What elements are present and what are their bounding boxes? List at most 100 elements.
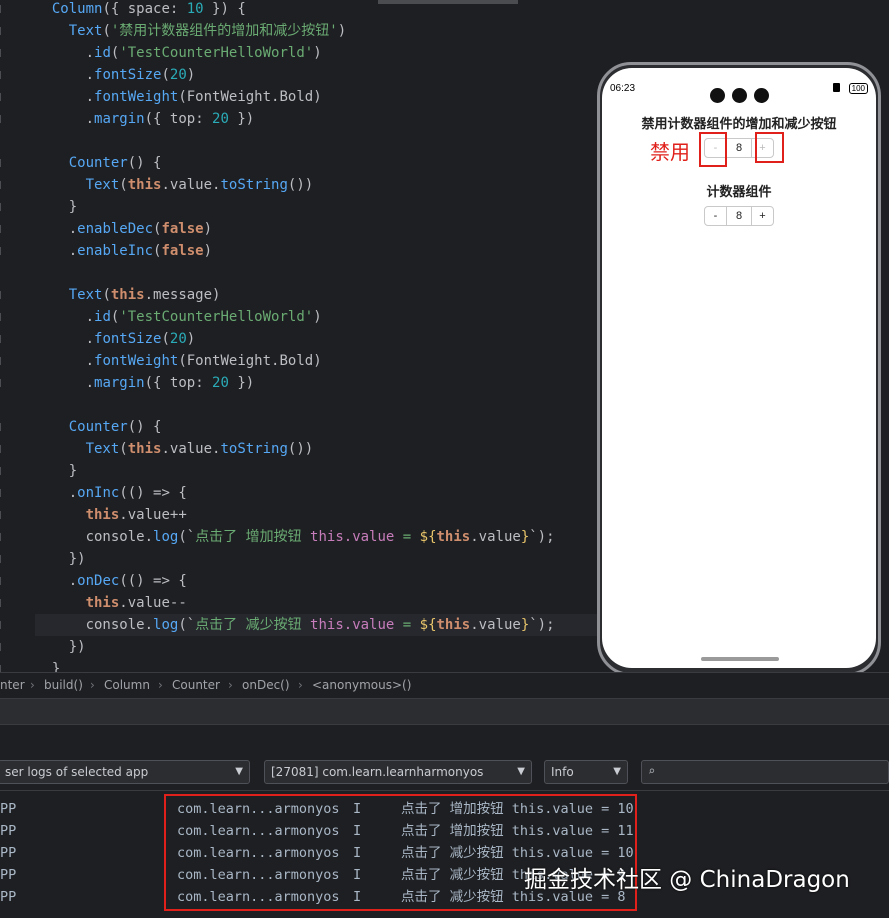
- search-icon: ⌕: [648, 764, 656, 778]
- fold-marker[interactable]: [0, 577, 4, 585]
- fold-marker[interactable]: [0, 555, 4, 563]
- code-line[interactable]: .id('TestCounterHelloWorld'): [35, 306, 322, 328]
- fold-marker[interactable]: [0, 225, 4, 233]
- fold-marker[interactable]: [0, 511, 4, 519]
- fold-marker[interactable]: [0, 489, 4, 497]
- breadcrumb-item[interactable]: Counter: [172, 678, 220, 692]
- code-line[interactable]: .margin({ top: 20 }): [35, 108, 255, 130]
- fold-marker[interactable]: [0, 159, 4, 167]
- page-title: 禁用计数器组件的增加和减少按钮: [641, 117, 837, 132]
- fold-marker[interactable]: [0, 533, 4, 541]
- code-line[interactable]: console.log(`点击了 减少按钮 this.value = ${thi…: [35, 614, 635, 636]
- fold-marker[interactable]: [0, 423, 4, 431]
- fold-marker[interactable]: [0, 467, 4, 475]
- fold-marker[interactable]: [0, 115, 4, 123]
- code-line[interactable]: }: [35, 460, 77, 482]
- code-line[interactable]: Text(this.value.toString()): [35, 438, 314, 460]
- fold-marker[interactable]: [0, 5, 4, 13]
- code-line[interactable]: this.value--: [35, 592, 187, 614]
- counter[interactable]: - 8 +: [704, 206, 774, 226]
- log-app-name: PP: [0, 823, 17, 839]
- home-indicator[interactable]: [701, 657, 779, 661]
- sim-icon: [833, 83, 840, 92]
- section-title: 计数器组件: [706, 185, 772, 200]
- annotation-box-increment: [755, 132, 784, 163]
- fold-marker[interactable]: [0, 181, 4, 189]
- editor-scrollbar[interactable]: [378, 0, 518, 4]
- fold-marker[interactable]: [0, 27, 4, 35]
- fold-marker[interactable]: [0, 643, 4, 651]
- fold-marker[interactable]: [0, 313, 4, 321]
- code-line[interactable]: .enableDec(false): [35, 218, 212, 240]
- log-app-name: PP: [0, 889, 17, 905]
- increment-button[interactable]: +: [751, 207, 773, 225]
- log-level-select[interactable]: Info ▼: [544, 760, 628, 784]
- code-line[interactable]: .fontWeight(FontWeight.Bold): [35, 350, 322, 372]
- fold-marker[interactable]: [0, 247, 4, 255]
- status-time: 06:23: [610, 83, 636, 94]
- log-search-input[interactable]: ⌕: [641, 760, 889, 784]
- code-line[interactable]: }): [35, 636, 86, 658]
- breadcrumb-item[interactable]: <anonymous>(): [312, 678, 411, 692]
- tool-window-toolbar: [0, 698, 889, 725]
- fold-marker[interactable]: [0, 379, 4, 387]
- code-line[interactable]: }: [35, 196, 77, 218]
- log-app-name: PP: [0, 845, 17, 861]
- fold-marker[interactable]: [0, 71, 4, 79]
- fold-marker[interactable]: [0, 335, 4, 343]
- fold-marker[interactable]: [0, 621, 4, 629]
- chevron-right-icon: ›: [30, 678, 35, 692]
- breadcrumb-item[interactable]: build(): [44, 678, 83, 692]
- decrement-button[interactable]: -: [705, 207, 727, 225]
- counter-value: 8: [735, 210, 743, 222]
- code-line[interactable]: .onDec(() => {: [35, 570, 187, 592]
- breadcrumb-item[interactable]: nter: [0, 678, 25, 692]
- counter-value: 8: [735, 142, 743, 154]
- divider: [0, 790, 889, 791]
- watermark: 掘金技术社区 @ ChinaDragon: [524, 867, 850, 893]
- code-line[interactable]: .fontSize(20): [35, 64, 196, 86]
- breadcrumb-item[interactable]: onDec(): [242, 678, 290, 692]
- annotation-label: 禁用: [650, 140, 690, 164]
- device-screen: 06:23 100 禁用计数器组件的增加和减少按钮 - 8 + 计数器组件 - …: [602, 68, 876, 668]
- fold-marker[interactable]: [0, 445, 4, 453]
- fold-marker[interactable]: [0, 49, 4, 57]
- annotation-box-decrement: [699, 132, 727, 167]
- breadcrumb-item[interactable]: Column: [104, 678, 150, 692]
- fold-marker[interactable]: [0, 93, 4, 101]
- log-filter-select[interactable]: ser logs of selected app ▼: [0, 760, 250, 784]
- code-line[interactable]: Text(this.value.toString()): [35, 174, 314, 196]
- breadcrumb: nter › build() › Column › Counter › onDe…: [0, 672, 889, 699]
- code-line[interactable]: .onInc(() => {: [35, 482, 187, 504]
- code-line[interactable]: .fontWeight(FontWeight.Bold): [35, 86, 322, 108]
- log-app-name: PP: [0, 801, 17, 817]
- process-select[interactable]: [27081] com.learn.learnharmonyos ▼: [264, 760, 532, 784]
- chevron-down-icon: ▼: [517, 766, 525, 777]
- fold-marker[interactable]: [0, 357, 4, 365]
- status-bar: 06:23 100: [602, 78, 876, 103]
- code-line[interactable]: Text(this.message): [35, 284, 221, 306]
- chevron-down-icon: ▼: [613, 766, 621, 777]
- code-line[interactable]: console.log(`点击了 增加按钮 this.value = ${thi…: [35, 526, 555, 548]
- chevron-right-icon: ›: [228, 678, 233, 692]
- fold-marker[interactable]: [0, 203, 4, 211]
- fold-marker[interactable]: [0, 291, 4, 299]
- chevron-down-icon: ▼: [235, 766, 243, 777]
- fold-marker[interactable]: [0, 665, 4, 672]
- code-line[interactable]: Counter() {: [35, 416, 162, 438]
- code-line[interactable]: .enableInc(false): [35, 240, 212, 262]
- code-line[interactable]: Column({ space: 10 }) {: [35, 0, 246, 20]
- code-line[interactable]: }: [35, 658, 60, 672]
- code-line[interactable]: .id('TestCounterHelloWorld'): [35, 42, 322, 64]
- log-app-name: PP: [0, 867, 17, 883]
- log-filter-value: ser logs of selected app: [5, 765, 149, 779]
- code-line[interactable]: Counter() {: [35, 152, 162, 174]
- process-value: [27081] com.learn.learnharmonyos: [271, 765, 484, 779]
- code-line[interactable]: .fontSize(20): [35, 328, 196, 350]
- camera-icon: [710, 88, 725, 103]
- code-line[interactable]: }): [35, 548, 86, 570]
- code-line[interactable]: .margin({ top: 20 }): [35, 372, 255, 394]
- code-line[interactable]: Text('禁用计数器组件的增加和减少按钮'): [35, 20, 346, 42]
- code-line[interactable]: this.value++: [35, 504, 187, 526]
- fold-marker[interactable]: [0, 599, 4, 607]
